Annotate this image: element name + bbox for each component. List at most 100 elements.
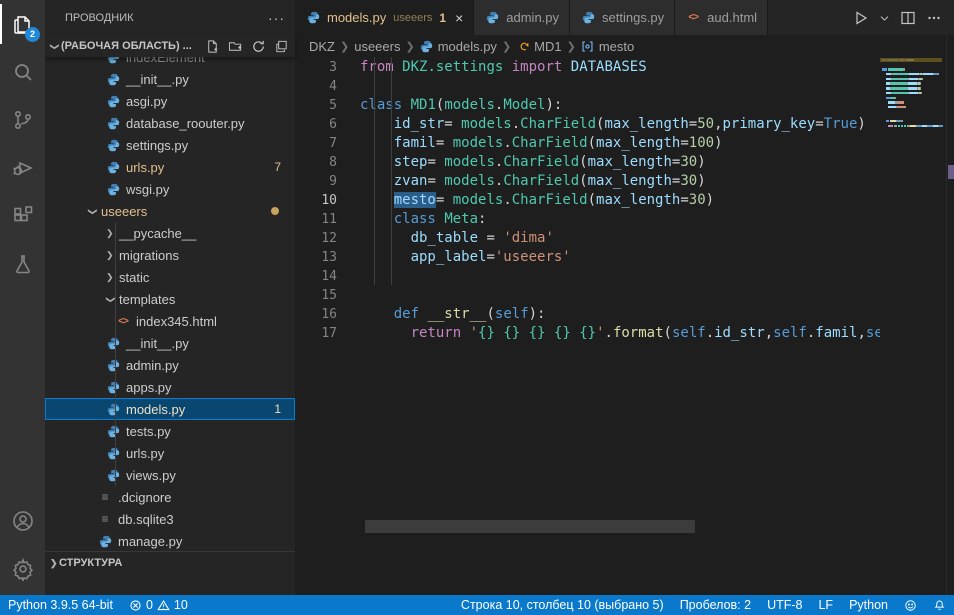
tree-item-urls-py[interactable]: urls.py7 (45, 156, 295, 178)
tree-item-wsgi-py[interactable]: wsgi.py (45, 178, 295, 200)
python-icon (105, 469, 121, 482)
code-line: 14 (295, 267, 880, 286)
tree-item-manage-py[interactable]: manage.py (45, 530, 295, 551)
tree-item-database-roouter-py[interactable]: database_roouter.py (45, 112, 295, 134)
tree-item-db-sqlite3[interactable]: ≡db.sqlite3 (45, 508, 295, 530)
explorer-icon[interactable]: 2 (0, 0, 45, 48)
tab-models-py[interactable]: models.pyuseeers1× (295, 0, 474, 35)
tree-item-asgi-py[interactable]: asgi.py (45, 90, 295, 112)
encoding-status[interactable]: UTF-8 (759, 595, 810, 615)
editor-group: models.py useeers 1 × admin.pysettings.py<>a… (295, 0, 954, 595)
breadcrumb-label: MD1 (534, 39, 561, 54)
tab-description: useeers (393, 12, 432, 24)
tree-item-label: index345.html (136, 314, 217, 329)
close-icon[interactable]: × (455, 10, 463, 26)
minimap[interactable] (880, 58, 946, 595)
tree-item--dcignore[interactable]: ≡.dcignore (45, 486, 295, 508)
tree-item--init-py[interactable]: __init__.py (45, 332, 295, 354)
account-icon[interactable] (0, 497, 45, 545)
tree-item-settings-py[interactable]: settings.py (45, 134, 295, 156)
tree-item-label: settings.py (126, 138, 188, 153)
run-python-icon[interactable] (853, 10, 869, 26)
code-line: 10 mesto= models.CharField(max_length=30… (295, 191, 880, 210)
errors-icon (129, 599, 142, 612)
python-icon (97, 535, 113, 548)
tree-item-label: apps.py (126, 380, 172, 395)
workspace-section-header[interactable]: (РАБОЧАЯ ОБЛАСТЬ) ... (45, 35, 295, 57)
code-editor[interactable]: 3from DKZ.settings import DATABASES45cla… (295, 58, 880, 595)
tree-item-urls-py[interactable]: urls.py (45, 442, 295, 464)
line-number: 11 (295, 210, 337, 229)
python-interpreter-status[interactable]: Python 3.9.5 64-bit (0, 595, 121, 615)
minimap-line (880, 124, 946, 129)
code-line: 15 (295, 286, 880, 305)
tab-settings-py[interactable]: settings.py (570, 0, 675, 35)
breadcrumb-item-mesto[interactable]: mesto (581, 39, 634, 54)
warnings-count: 10 (174, 598, 188, 612)
breadcrumb-separator: ❯ (340, 40, 349, 53)
notifications-bell-icon[interactable] (925, 595, 954, 615)
run-dropdown-chevron-icon[interactable] (879, 10, 890, 26)
code-text: class Meta: (337, 210, 486, 229)
collapse-all-icon[interactable] (274, 39, 289, 54)
tree-item-label: wsgi.py (126, 182, 169, 197)
new-file-icon[interactable] (205, 39, 220, 54)
extensions-icon[interactable] (0, 192, 45, 240)
outline-section-header[interactable]: СТРУКТУРА (45, 551, 295, 573)
tree-item-migrations[interactable]: migrations (45, 244, 295, 266)
breadcrumb-item-dkz[interactable]: DKZ (309, 39, 335, 54)
tree-item-label: __pycache__ (119, 226, 196, 241)
settings-gear-icon[interactable] (0, 545, 45, 593)
language-mode-status[interactable]: Python (841, 595, 896, 615)
tree-indent-guide (115, 420, 116, 442)
python-icon (105, 73, 121, 86)
problems-status[interactable]: 0 10 (121, 595, 196, 615)
line-number: 6 (295, 115, 337, 134)
tree-item-index345-html[interactable]: <> index345.html (45, 310, 295, 332)
tab-aud-html[interactable]: <>aud.html (675, 0, 768, 35)
tab-admin-py[interactable]: admin.py (474, 0, 570, 35)
tree-item--init-py[interactable]: __init__.py (45, 68, 295, 90)
indentation-status[interactable]: Пробелов: 2 (672, 595, 759, 615)
run-debug-icon[interactable] (0, 144, 45, 192)
more-actions-icon[interactable] (926, 10, 942, 26)
tree-item-static[interactable]: static (45, 266, 295, 288)
chevron-right-icon (105, 272, 115, 282)
cursor-position-status[interactable]: Строка 10, столбец 10 (выбрано 5) (453, 595, 672, 615)
tree-item-label: urls.py (126, 160, 164, 175)
tree-indent-guide (115, 222, 116, 244)
breadcrumb-item-models-py[interactable]: models.py (420, 39, 497, 54)
code-line: 8 step= models.CharField(max_length=30) (295, 153, 880, 172)
source-control-icon[interactable] (0, 96, 45, 144)
line-number: 12 (295, 229, 337, 248)
line-number: 9 (295, 172, 337, 191)
feedback-icon[interactable] (896, 595, 925, 615)
tree-item-models-py[interactable]: models.py1 (45, 398, 295, 420)
tree-item--pycache-[interactable]: __pycache__ (45, 222, 295, 244)
refresh-icon[interactable] (251, 39, 266, 54)
sidebar-more-icon[interactable]: ··· (268, 10, 285, 26)
tab-problems-badge: 1 (439, 11, 446, 25)
breadcrumb-item-md1[interactable]: MD1 (516, 39, 561, 54)
code-text: class MD1(models.Model): (337, 96, 562, 115)
html-icon: <> (115, 316, 131, 327)
tree-item-templates[interactable]: templates (45, 288, 295, 310)
new-folder-icon[interactable] (228, 39, 243, 54)
horizontal-scrollbar[interactable] (365, 520, 695, 533)
outline-label: СТРУКТУРА (59, 557, 122, 569)
breadcrumb-item-useeers[interactable]: useeers (354, 39, 400, 54)
tree-item-useeers[interactable]: useeers (45, 200, 295, 222)
split-editor-icon[interactable] (900, 10, 916, 26)
tree-item-tests-py[interactable]: tests.py (45, 420, 295, 442)
tree-item-views-py[interactable]: views.py (45, 464, 295, 486)
search-icon[interactable] (0, 48, 45, 96)
python-icon (105, 381, 121, 394)
testing-icon[interactable] (0, 240, 45, 288)
tree-item-apps-py[interactable]: apps.py (45, 376, 295, 398)
tree-item-admin-py[interactable]: admin.py (45, 354, 295, 376)
line-number: 4 (295, 77, 337, 96)
tree-item-indexelement[interactable]: indexElement (45, 57, 295, 68)
tree-indent-guide (115, 398, 116, 420)
file-tree: indexElement__init__.pyasgi.pydatabase_r… (45, 57, 295, 551)
eol-status[interactable]: LF (810, 595, 841, 615)
